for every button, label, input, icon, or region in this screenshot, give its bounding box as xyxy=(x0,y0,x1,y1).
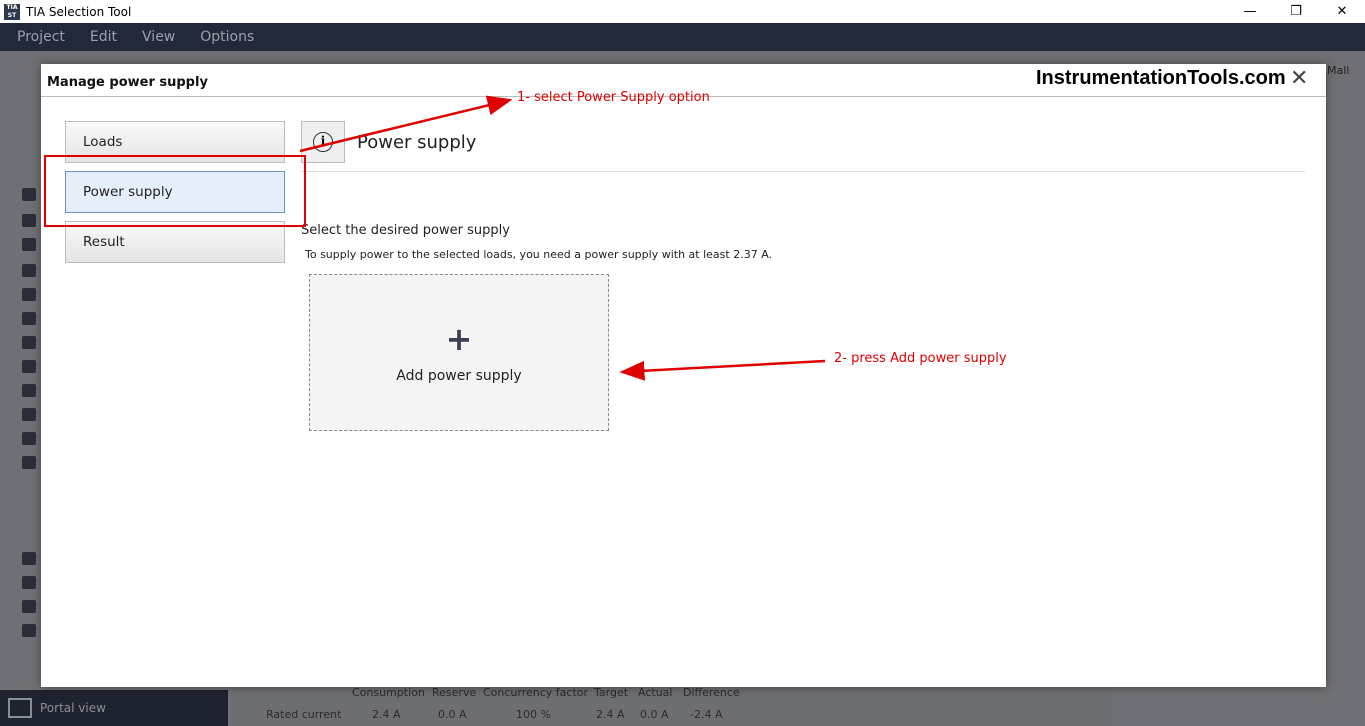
annotation-step1: 1- select Power Supply option xyxy=(517,90,710,105)
annotation-step2: 2- press Add power supply xyxy=(834,351,1007,366)
arrow-step1 xyxy=(299,95,513,153)
arrow-step2 xyxy=(619,359,826,381)
annotation-arrows xyxy=(299,95,826,381)
